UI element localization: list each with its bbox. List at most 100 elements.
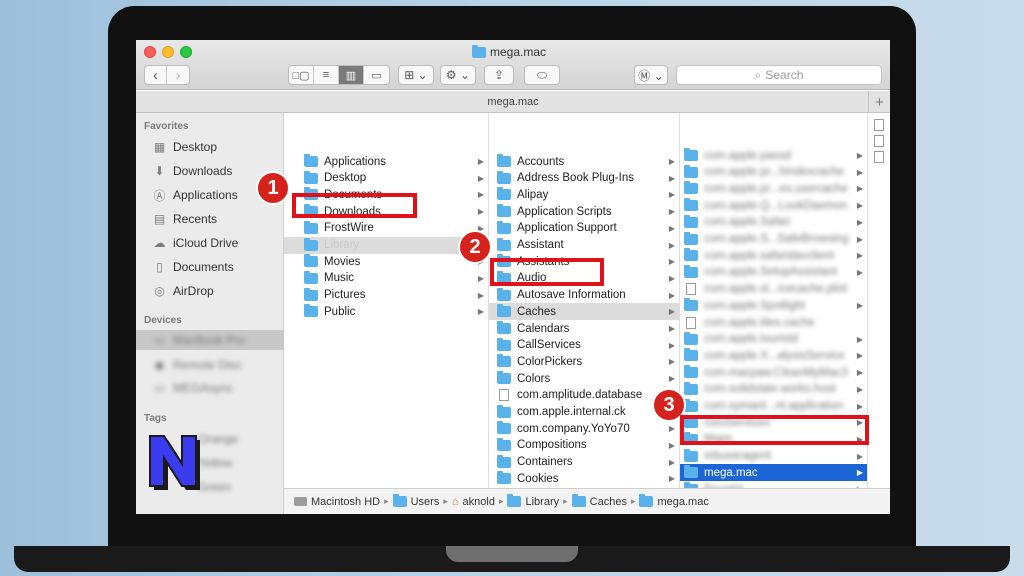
zoom-button[interactable] — [180, 46, 192, 58]
sidebar-item-documents[interactable]: ▯ Documents — [136, 257, 284, 277]
list-item[interactable]: com.solidstate.works.host ▶ — [680, 381, 867, 398]
list-item[interactable]: Address Book Plug-Ins ▶ — [489, 170, 679, 187]
list-item[interactable]: Calendars ▶ — [489, 320, 679, 337]
list-item[interactable]: com.apple.S...SafeBrowsing ▶ — [680, 231, 867, 248]
list-item[interactable]: Public ▶ — [284, 303, 488, 320]
path-segment-aknold[interactable]: aknold — [463, 496, 495, 508]
list-item[interactable]: Colors ▶ — [489, 370, 679, 387]
path-segment-macintosh-hd[interactable]: Macintosh HD — [311, 496, 380, 508]
folder-icon — [507, 494, 522, 507]
folder-icon — [497, 354, 511, 368]
list-item[interactable]: com.apple.Safari ▶ — [680, 214, 867, 231]
list-item[interactable]: Applications ▶ — [284, 153, 488, 170]
folder-icon — [497, 421, 511, 435]
path-segment-library[interactable]: Library — [525, 496, 559, 508]
search-input[interactable]: ⌕ Search — [676, 65, 882, 85]
window-title: mega.mac — [472, 44, 546, 60]
list-item[interactable]: com.apple.touristd ▶ — [680, 331, 867, 348]
chevron-right-icon: ▶ — [668, 273, 675, 283]
list-item[interactable]: mbuseragent ▶ — [680, 448, 867, 465]
path-separator-icon: ▸ — [630, 496, 636, 506]
folder-icon — [684, 264, 698, 278]
list-item[interactable]: Movies▶ — [284, 253, 488, 270]
list-item[interactable]: Cookies ▶ — [489, 470, 679, 487]
path-segment-caches[interactable]: Caches — [590, 496, 627, 508]
sidebar-item-recents[interactable]: ▤ Recents — [136, 209, 284, 229]
sidebar-item-desktop[interactable]: ▦ Desktop — [136, 137, 284, 157]
close-button[interactable] — [144, 46, 156, 58]
list-item[interactable]: Alipay ▶ — [489, 186, 679, 203]
list-item[interactable]: com.apple.SetupAssistant ▶ — [680, 264, 867, 281]
folder-icon — [497, 287, 511, 301]
list-item[interactable]: Containers ▶ — [489, 454, 679, 471]
icloud-drive-icon: ☁ — [153, 236, 166, 250]
list-item[interactable]: Caches ▶ — [489, 303, 679, 321]
mega-icon: Ⓜ ⌄ — [638, 68, 664, 83]
list-item[interactable]: Autosave Information ▶ — [489, 287, 679, 304]
list-item[interactable]: Music ▶ — [284, 270, 488, 287]
arrange-button[interactable]: ⊞ ⌄ — [398, 65, 434, 85]
folder-icon — [497, 404, 511, 418]
list-item[interactable]: Application Scripts ▶ — [489, 203, 679, 220]
list-item[interactable]: com.apple.X...alysisService ▶ — [680, 347, 867, 364]
folder-icon — [497, 154, 511, 167]
list-item[interactable]: com.amplitude.database — [489, 387, 679, 404]
sidebar-item-airdrop[interactable]: ◎ AirDrop — [136, 281, 284, 301]
chevron-right-icon: ▶ — [477, 190, 484, 200]
tag-button[interactable]: ⬭ — [524, 65, 560, 85]
list-item[interactable]: Desktop ▶ — [284, 170, 488, 187]
list-item[interactable]: com.apple.pr...hindexcache ▶ — [680, 164, 867, 181]
chevron-right-icon: ▶ — [668, 457, 675, 467]
icon-view-button[interactable]: □▢ — [289, 66, 314, 84]
list-item[interactable]: com.apple.sl...icecache.plist — [680, 281, 867, 298]
minimize-button[interactable] — [162, 46, 174, 58]
column-view-button[interactable]: ▥ — [339, 66, 364, 84]
list-item[interactable]: PassKit▶ — [680, 481, 867, 488]
chevron-right-icon: ▶ — [668, 157, 675, 166]
list-item[interactable]: mega.mac ▶ — [680, 464, 867, 482]
sidebar-device-1[interactable]: ▭ MacBook Pro — [136, 330, 284, 350]
list-item[interactable]: com.apple.Spotlight ▶ — [680, 297, 867, 314]
folder-icon — [684, 181, 698, 195]
list-item[interactable]: Compositions ▶ — [489, 437, 679, 454]
list-item[interactable]: Assistant ▶ — [489, 237, 679, 254]
recents-icon: ▤ — [153, 212, 166, 226]
list-item[interactable]: com.apple.tiles.cache — [680, 314, 867, 331]
path-segment-users[interactable]: Users — [411, 496, 440, 508]
list-item[interactable]: CallServices ▶ — [489, 337, 679, 354]
sidebar-device-3[interactable]: ▭ MEGAsync — [136, 378, 284, 398]
folder-icon — [497, 204, 511, 218]
share-button[interactable]: ⇪ — [484, 65, 514, 85]
mega-sync-button[interactable]: Ⓜ ⌄ — [634, 65, 668, 85]
list-item[interactable]: com.apple.Q...LookDaemon ▶ — [680, 197, 867, 214]
path-segment-mega-mac[interactable]: mega.mac — [657, 496, 708, 508]
list-item[interactable]: com.apple.passd ▶ — [680, 147, 867, 164]
sidebar-item-icloud-drive[interactable]: ☁ iCloud Drive — [136, 233, 284, 253]
list-item[interactable]: com.symant...nt.application ▶ — [680, 398, 867, 415]
step-2-highlight — [490, 258, 604, 286]
step-1-highlight — [292, 193, 417, 218]
folder-icon — [304, 220, 318, 234]
list-item[interactable]: com.apple.internal.ck▶ — [489, 404, 679, 421]
list-item[interactable]: ColorPickers ▶ — [489, 353, 679, 370]
action-button[interactable]: ⚙ ⌄ — [440, 65, 476, 85]
chevron-right-icon: ▶ — [856, 201, 863, 211]
folder-icon — [304, 287, 318, 301]
chevron-right-icon: ▶ — [856, 451, 863, 461]
list-item[interactable]: Accounts ▶ — [489, 153, 679, 170]
list-item[interactable]: com.apple.safaridavclient ▶ — [680, 247, 867, 264]
chevron-right-icon: ▶ — [856, 234, 863, 244]
folder-icon — [497, 371, 511, 385]
list-item[interactable]: Application Support ▶ — [489, 220, 679, 237]
back-button[interactable]: ‹ — [145, 66, 167, 84]
sidebar-device-2[interactable]: ◉ Remote Disc — [136, 355, 284, 375]
forward-button[interactable]: › — [167, 66, 189, 84]
cover-flow-button[interactable]: ▭ — [364, 66, 389, 84]
list-item[interactable]: com.macpaw.CleanMyMac3 ▶ — [680, 364, 867, 381]
list-item[interactable]: FrostWire ▶ — [284, 220, 488, 237]
list-view-button[interactable]: ≡ — [314, 66, 339, 84]
list-item[interactable]: com.apple.pr...ex.usercache ▶ — [680, 180, 867, 197]
add-tab-button[interactable]: + — [868, 91, 890, 113]
list-item[interactable]: Pictures ▶ — [284, 287, 488, 304]
list-item[interactable]: com.company.YoYo70 ▶ — [489, 420, 679, 437]
